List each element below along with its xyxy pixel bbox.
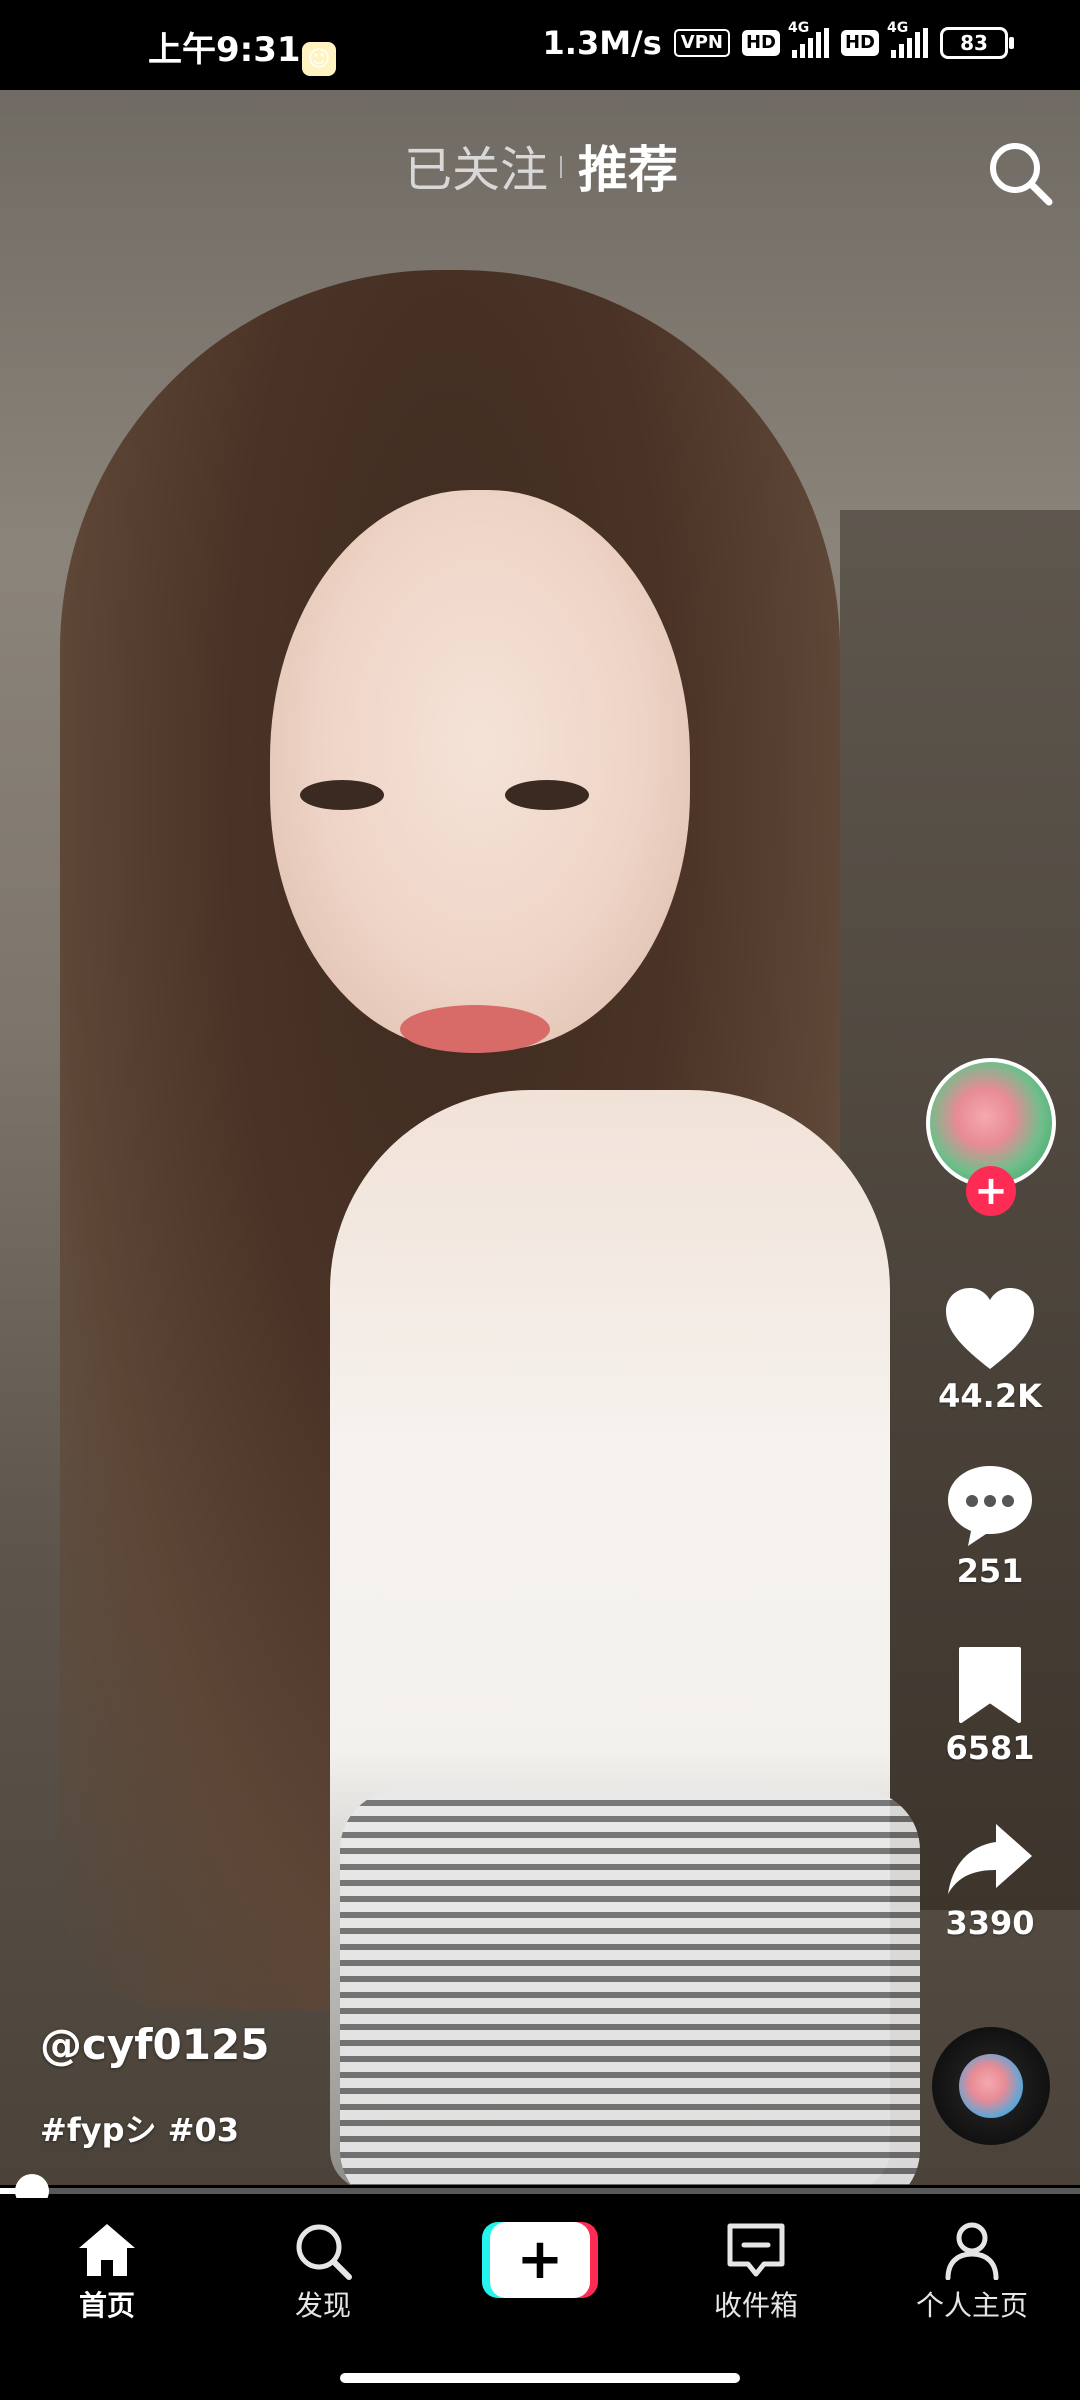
nav-inbox[interactable]: 收件箱	[681, 2220, 831, 2324]
comment-count: 251	[956, 1552, 1024, 1590]
comment-button[interactable]: 251	[930, 1462, 1050, 1590]
author-username[interactable]: @cyf0125	[40, 2020, 269, 2069]
home-indicator[interactable]	[340, 2373, 740, 2383]
video-progress-bar[interactable]	[0, 2188, 1080, 2194]
nav-discover[interactable]: 发现	[248, 2220, 398, 2324]
search-icon	[296, 2224, 352, 2280]
nav-discover-label: 发现	[294, 2289, 351, 2322]
home-icon	[79, 2224, 135, 2276]
music-disc[interactable]	[932, 2027, 1050, 2145]
inbox-icon	[727, 2223, 785, 2277]
share-count: 3390	[945, 1904, 1035, 1942]
profile-icon	[945, 2222, 999, 2280]
status-time: 上午9:31	[148, 30, 301, 70]
network-type-1: 4G	[787, 20, 810, 36]
tab-divider	[560, 156, 562, 178]
share-icon	[948, 1824, 1032, 1894]
like-count: 44.2K	[938, 1377, 1042, 1415]
network-speed: 1.3M/s	[542, 24, 662, 62]
heart-icon	[946, 1288, 1034, 1369]
status-indicators: 1.3M/s VPN HD 4G HD 4G 83	[542, 20, 1014, 62]
nav-profile-label: 个人主页	[915, 2289, 1028, 2322]
hd-badge-2: HD	[840, 30, 879, 56]
comment-icon	[948, 1466, 1032, 1546]
battery-level: 83	[960, 31, 988, 55]
notification-app-icon: ☺	[302, 42, 336, 76]
search-icon[interactable]	[985, 138, 1055, 208]
plus-icon: +	[490, 2222, 590, 2298]
favorite-count: 6581	[945, 1729, 1035, 1767]
battery-icon: 83	[940, 27, 1014, 59]
bottom-nav: 首页 发现 + 收件箱 个人主页	[0, 2198, 1080, 2400]
bookmark-icon	[959, 1647, 1021, 1723]
share-button[interactable]: 3390	[930, 1820, 1050, 1942]
create-button[interactable]: +	[482, 2222, 598, 2298]
music-cover	[959, 2054, 1023, 2118]
nav-inbox-label: 收件箱	[713, 2289, 798, 2322]
video-player[interactable]	[0, 90, 1080, 2185]
network-type-2: 4G	[887, 20, 909, 36]
signal-icon-1: 4G	[788, 20, 829, 58]
status-bar: 上午9:31 ☺ 1.3M/s VPN HD 4G HD 4G 83	[0, 0, 1080, 90]
nav-home[interactable]: 首页	[32, 2220, 182, 2324]
vpn-badge: VPN	[673, 29, 730, 57]
signal-icon-2: 4G	[887, 20, 928, 58]
favorite-button[interactable]: 6581	[930, 1645, 1050, 1767]
tab-recommend[interactable]: 推荐	[578, 130, 678, 202]
like-button[interactable]: 44.2K	[930, 1285, 1050, 1415]
tab-following[interactable]: 已关注	[404, 130, 548, 200]
video-caption[interactable]: #fypシ #03	[40, 2105, 239, 2151]
hd-badge-1: HD	[741, 30, 780, 56]
nav-home-label: 首页	[78, 2289, 135, 2322]
nav-profile[interactable]: 个人主页	[897, 2220, 1047, 2324]
follow-button[interactable]: +	[966, 1166, 1016, 1216]
